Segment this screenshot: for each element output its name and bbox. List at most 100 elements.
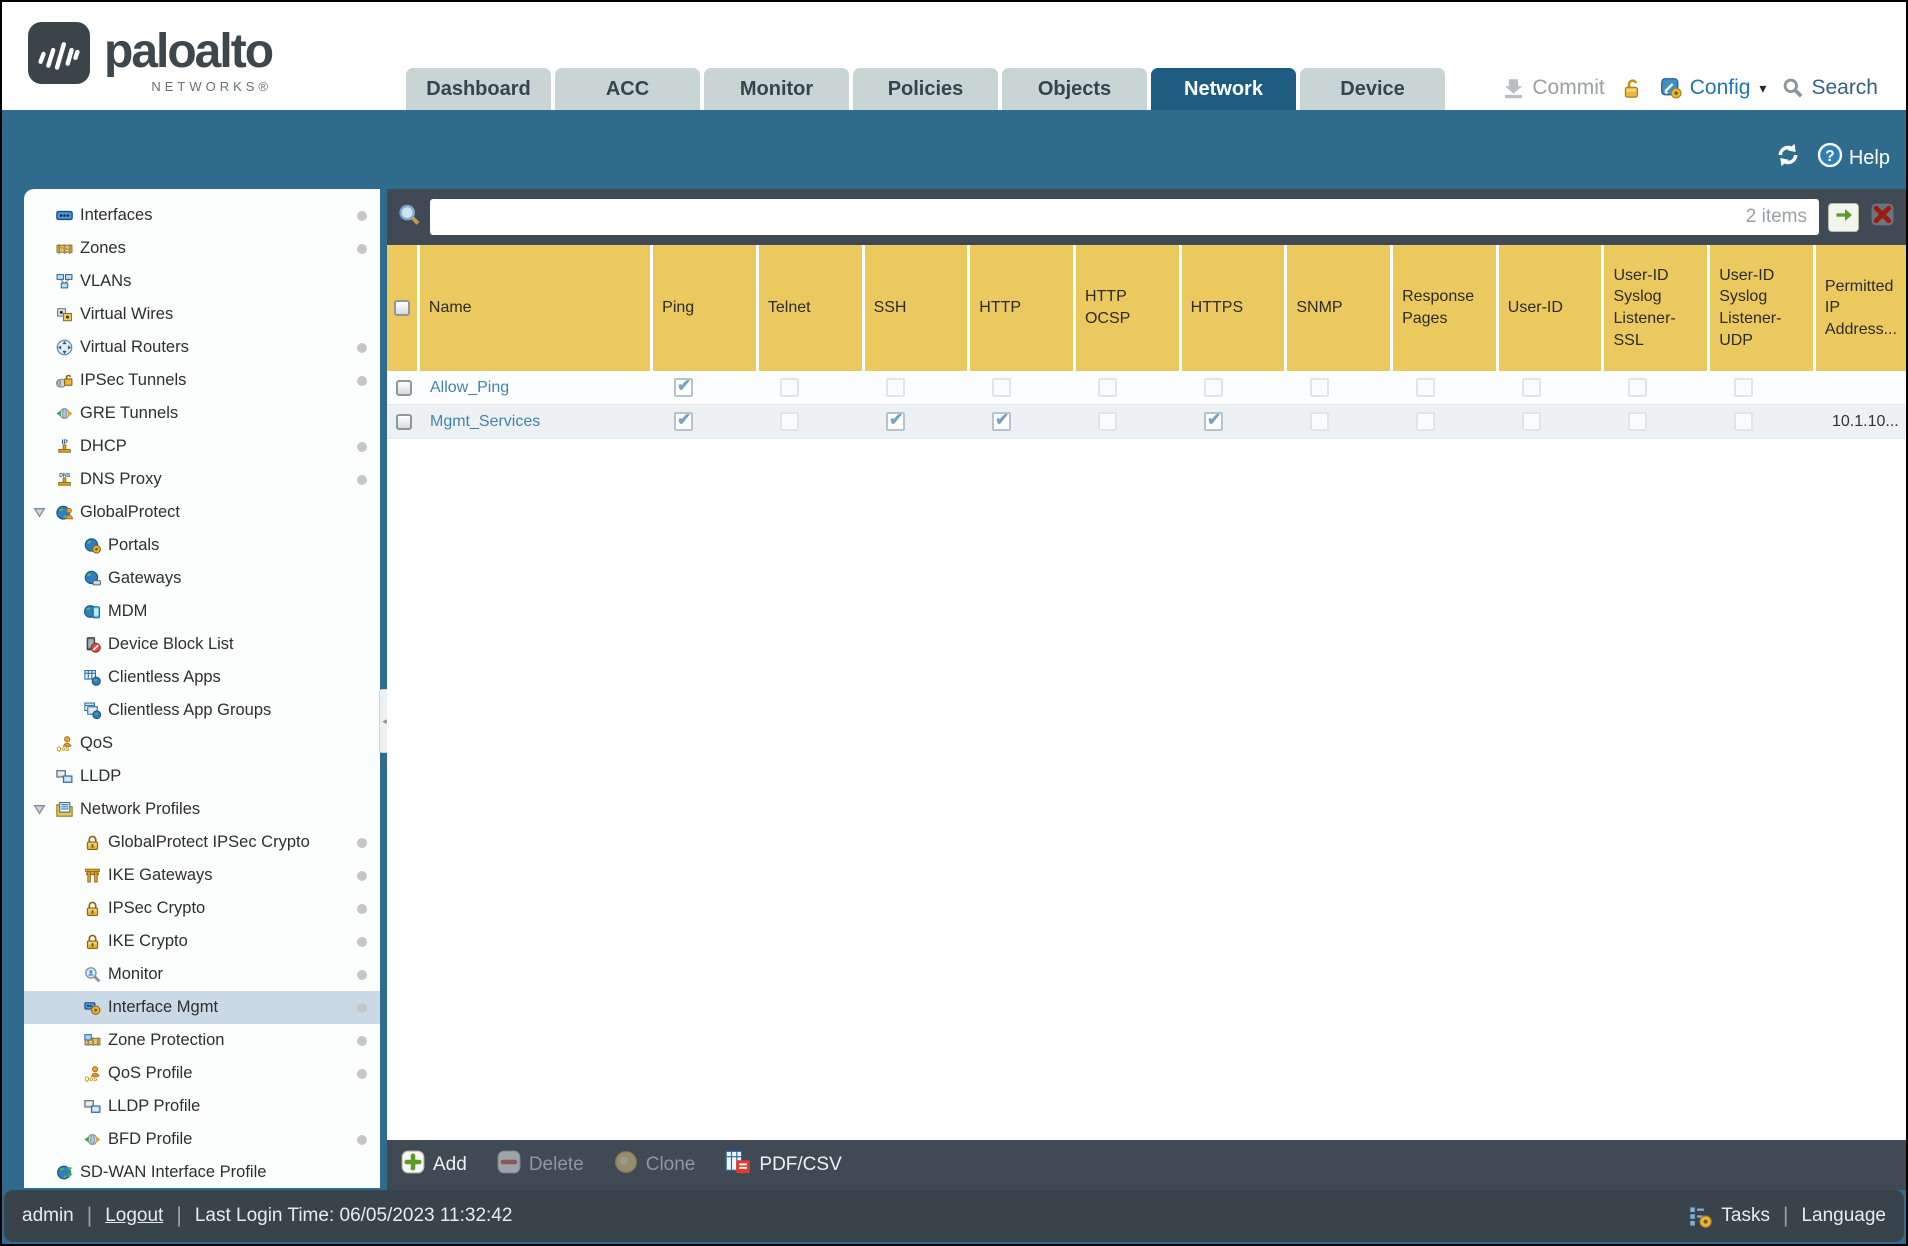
clone-icon	[614, 1150, 638, 1180]
tab-acc[interactable]: ACC	[555, 68, 700, 110]
clientless-app-groups-icon	[84, 702, 101, 719]
https-checkbox[interactable]	[1204, 410, 1223, 431]
http-checkbox[interactable]	[992, 378, 1011, 397]
user-id-checkbox[interactable]	[1522, 378, 1541, 397]
status-dot	[357, 837, 367, 848]
commit-button[interactable]: Commit	[1502, 76, 1605, 100]
tab-monitor[interactable]: Monitor	[704, 68, 849, 110]
sidebar-item-dhcp[interactable]: IP DHCP	[24, 430, 380, 463]
sidebar-item-gre-tunnels[interactable]: GRE Tunnels	[24, 397, 380, 430]
snmp-checkbox[interactable]	[1310, 378, 1329, 397]
column-header-permitted-ip-address[interactable]: Permitted IP Address...	[1815, 245, 1906, 371]
expander-triangle-icon[interactable]	[33, 506, 46, 519]
sidebar-item-lldp-profile[interactable]: LLDP Profile	[24, 1090, 380, 1123]
tasks-button[interactable]: Tasks	[1721, 1205, 1770, 1227]
apply-filter-button[interactable]	[1828, 202, 1859, 232]
sidebar-item-ipsec-crypto[interactable]: IPSec Crypto	[24, 892, 380, 925]
help-link[interactable]: ? Help	[1817, 142, 1890, 174]
sidebar-item-globalprotect[interactable]: GlobalProtect	[24, 496, 380, 529]
sidebar-item-interfaces[interactable]: Interfaces	[24, 199, 380, 232]
column-header-https[interactable]: HTTPS	[1181, 245, 1285, 371]
refresh-icon[interactable]	[1775, 142, 1801, 174]
clear-filter-button[interactable]	[1868, 203, 1896, 231]
config-menu[interactable]: Config ▾	[1660, 76, 1766, 100]
sidebar-item-gateways[interactable]: Gateways	[24, 562, 380, 595]
tab-network[interactable]: Network	[1151, 68, 1296, 110]
language-button[interactable]: Language	[1801, 1205, 1886, 1227]
user-id-checkbox[interactable]	[1522, 412, 1541, 431]
logout-link[interactable]: Logout	[105, 1205, 163, 1227]
sidebar-item-ike-gateways[interactable]: IKE Gateways	[24, 859, 380, 892]
column-header-response-pages[interactable]: Response Pages	[1393, 245, 1496, 371]
sidebar-item-zone-protection[interactable]: Zone Protection	[24, 1024, 380, 1057]
paloalto-logo-icon	[28, 22, 90, 89]
sidebar-item-interface-mgmt[interactable]: Interface Mgmt	[24, 991, 380, 1024]
sidebar-item-ipsec-tunnels[interactable]: IPSec Tunnels	[24, 364, 380, 397]
telnet-checkbox[interactable]	[780, 412, 799, 431]
column-header-user-id-syslog-listener-udp[interactable]: User-ID Syslog Listener-UDP	[1710, 245, 1813, 371]
sidebar-item-virtual-routers[interactable]: Virtual Routers	[24, 331, 380, 364]
http-checkbox[interactable]	[992, 410, 1011, 431]
telnet-checkbox[interactable]	[780, 378, 799, 397]
user-id-syslog-listener-ssl-checkbox[interactable]	[1628, 378, 1647, 397]
expander-triangle-icon[interactable]	[33, 803, 46, 816]
ping-checkbox[interactable]	[674, 376, 693, 397]
sidebar-item-label: Device Block List	[108, 635, 234, 653]
status-dot	[357, 1035, 367, 1046]
sidebar-item-clientless-app-groups[interactable]: Clientless App Groups	[24, 694, 380, 727]
select-all-checkbox[interactable]	[393, 300, 410, 316]
add-button[interactable]: Add	[401, 1150, 467, 1180]
row-select-checkbox[interactable]	[395, 413, 412, 430]
http-ocsp-checkbox[interactable]	[1098, 412, 1117, 431]
tab-objects[interactable]: Objects	[1002, 68, 1147, 110]
sidebar-item-globalprotect-ipsec-crypto[interactable]: GlobalProtect IPSec Crypto	[24, 826, 380, 859]
filter-input[interactable]	[440, 207, 1746, 227]
pdf-csv-button[interactable]: PDF/CSV	[725, 1149, 842, 1181]
response-pages-checkbox[interactable]	[1416, 412, 1435, 431]
tab-policies[interactable]: Policies	[853, 68, 998, 110]
tab-device[interactable]: Device	[1300, 68, 1445, 110]
row-name-link[interactable]: Mgmt_Services	[430, 413, 540, 431]
http-ocsp-checkbox[interactable]	[1098, 378, 1117, 397]
column-header-snmp[interactable]: SNMP	[1287, 245, 1391, 371]
lock-button[interactable]	[1621, 77, 1644, 100]
sidebar-item-zones[interactable]: Zones	[24, 232, 380, 265]
sidebar-item-mdm[interactable]: MDM	[24, 595, 380, 628]
snmp-checkbox[interactable]	[1310, 412, 1329, 431]
user-id-syslog-listener-udp-checkbox[interactable]	[1734, 378, 1753, 397]
sidebar-item-network-profiles[interactable]: Network Profiles	[24, 793, 380, 826]
sidebar-item-vlans[interactable]: VLANs	[24, 265, 380, 298]
column-header-name[interactable]: Name	[419, 245, 651, 371]
user-id-syslog-listener-ssl-checkbox[interactable]	[1628, 412, 1647, 431]
ping-checkbox[interactable]	[674, 410, 693, 431]
sidebar-item-dns-proxy[interactable]: DNS DNS Proxy	[24, 463, 380, 496]
sidebar-item-virtual-wires[interactable]: Virtual Wires	[24, 298, 380, 331]
response-pages-checkbox[interactable]	[1416, 378, 1435, 397]
sidebar-item-portals[interactable]: Portals	[24, 529, 380, 562]
https-checkbox[interactable]	[1204, 378, 1223, 397]
column-header-user-id-syslog-listener-ssl[interactable]: User-ID Syslog Listener-SSL	[1604, 245, 1708, 371]
row-select-checkbox[interactable]	[395, 379, 412, 396]
sidebar-item-qos[interactable]: QoS QoS	[24, 727, 380, 760]
sidebar-item-qos-profile[interactable]: QoS QoS Profile	[24, 1057, 380, 1090]
ssh-checkbox[interactable]	[886, 410, 905, 431]
sidebar-item-ike-crypto[interactable]: IKE Crypto	[24, 925, 380, 958]
gateways-icon	[84, 570, 101, 587]
sidebar-item-device-block-list[interactable]: Device Block List	[24, 628, 380, 661]
sidebar-item-monitor[interactable]: Monitor	[24, 958, 380, 991]
sidebar-item-sd-wan-interface-profile[interactable]: SD-WAN Interface Profile	[24, 1156, 380, 1188]
global-search-button[interactable]: Search	[1782, 76, 1878, 100]
sidebar-item-clientless-apps[interactable]: Clientless Apps	[24, 661, 380, 694]
column-header-telnet[interactable]: Telnet	[758, 245, 862, 371]
row-name-link[interactable]: Allow_Ping	[430, 379, 509, 397]
column-header-ssh[interactable]: SSH	[864, 245, 968, 371]
user-id-syslog-listener-udp-checkbox[interactable]	[1734, 412, 1753, 431]
tab-dashboard[interactable]: Dashboard	[406, 68, 551, 110]
sidebar-item-bfd-profile[interactable]: BFD Profile	[24, 1123, 380, 1156]
column-header-http-ocsp[interactable]: HTTP OCSP	[1075, 245, 1179, 371]
column-header-http[interactable]: HTTP	[970, 245, 1073, 371]
column-header-user-id[interactable]: User-ID	[1498, 245, 1602, 371]
sidebar-item-lldp[interactable]: LLDP	[24, 760, 380, 793]
column-header-ping[interactable]: Ping	[653, 245, 756, 371]
ssh-checkbox[interactable]	[886, 378, 905, 397]
